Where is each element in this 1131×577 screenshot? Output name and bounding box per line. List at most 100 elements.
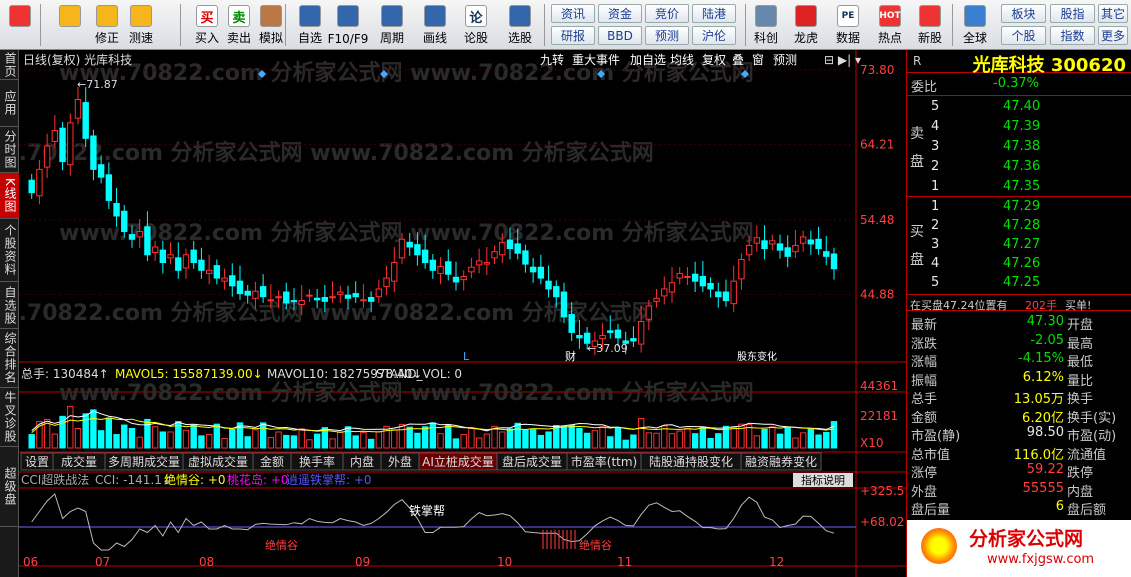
buy-level-3[interactable]: 3 47.27 — [907, 236, 1131, 255]
indicator-help-button[interactable]: 指标说明 — [793, 473, 853, 487]
pill-3[interactable]: 陆港 — [692, 4, 736, 23]
toolbar-speed-button[interactable]: 测速 — [124, 2, 158, 48]
toolbar-sim-button[interactable]: 模拟 — [254, 2, 288, 48]
quote-panel: R 光库科技 300620 委比 -0.37% 5 47.40 4 47.39 3 47.… — [906, 50, 1131, 577]
data-button[interactable]: PE 数据 — [830, 2, 866, 48]
chart-menu-item-1[interactable]: 重大事件 — [572, 53, 620, 67]
rpill2-2[interactable]: 更多 — [1098, 26, 1128, 45]
rpill-1[interactable]: 股指 — [1050, 4, 1095, 23]
sell-level-2[interactable]: 2 47.36 — [907, 158, 1131, 177]
chart-menu-item-7[interactable]: 预测 — [773, 53, 797, 67]
vol-tab-9[interactable]: 盘后成交量 — [496, 452, 568, 471]
toolbar-discuss-button[interactable]: 论论股 — [459, 2, 493, 48]
kechuang-button[interactable]: 科创 — [748, 2, 784, 48]
toolbar-sell-button[interactable]: 卖卖出 — [222, 2, 256, 48]
vol-tab-10[interactable]: 市盈率(ttm) — [566, 452, 642, 471]
pen-icon — [424, 5, 446, 27]
leftnav-item-4[interactable]: 个股资料 — [0, 219, 19, 282]
sell-icon: 卖 — [228, 5, 250, 27]
vol-tab-3[interactable]: 虚拟成交量 — [182, 452, 254, 471]
pill2-1[interactable]: BBD — [598, 26, 642, 45]
chart-menu-item-3[interactable]: 均线 — [670, 53, 694, 67]
vol-tab-0[interactable]: 设置 — [20, 452, 54, 471]
hotspot-button[interactable]: HOT 热点 — [872, 2, 908, 48]
cci-axis-top: +325.5 — [860, 484, 904, 498]
volume-bar — [113, 434, 120, 449]
toolbar-select-button[interactable]: 选股 — [503, 2, 537, 48]
pill2-3[interactable]: 沪伦 — [692, 26, 736, 45]
volume-bar — [90, 409, 97, 449]
dragon-icon — [795, 5, 817, 27]
sell-level-5[interactable]: 5 47.40 — [907, 98, 1131, 117]
sell-level-3[interactable]: 3 47.38 — [907, 138, 1131, 157]
vol-tab-8[interactable]: AI立桩成交量 — [418, 452, 498, 471]
vol-tab-7[interactable]: 外盘 — [380, 452, 420, 471]
vol-tab-12[interactable]: 融资融券变化 — [740, 452, 822, 471]
stat-value: 98.50 — [1026, 425, 1064, 440]
sell-level-1[interactable]: 1 47.35 — [907, 178, 1131, 197]
toolbar-buy-button[interactable]: 买买入 — [190, 2, 224, 48]
leftnav-item-6[interactable]: 综合排名 — [0, 329, 19, 388]
buy-level-4[interactable]: 4 47.26 — [907, 255, 1131, 274]
rpill-2[interactable]: 其它 — [1098, 4, 1128, 23]
vol-tab-6[interactable]: 内盘 — [342, 452, 382, 471]
marker-finance[interactable]: 财 — [565, 349, 576, 363]
pill-0[interactable]: 资讯 — [551, 4, 595, 23]
leftnav-item-8[interactable]: 超级盘 — [0, 447, 19, 527]
leftnav-item-7[interactable]: 牛叉诊股 — [0, 388, 19, 447]
toolbar-f10-button[interactable]: F10/F9 — [328, 2, 368, 48]
toolbar-grid-button[interactable] — [3, 2, 37, 48]
vol-tab-4[interactable]: 金额 — [252, 452, 292, 471]
vol-tab-11[interactable]: 陆股通持股变化 — [640, 452, 742, 471]
vol-tab-2[interactable]: 多周期成交量 — [104, 452, 184, 471]
rpill2-0[interactable]: 个股 — [1001, 26, 1046, 45]
leftnav-item-0[interactable]: 首页 — [0, 50, 19, 80]
buy-level-5[interactable]: 5 47.25 — [907, 274, 1131, 293]
sell-level-4[interactable]: 4 47.39 — [907, 118, 1131, 137]
leftnav-item-1[interactable]: 应用 — [0, 80, 19, 127]
toolbar-back-button[interactable] — [53, 2, 87, 48]
volume-bar — [105, 417, 113, 449]
buy-level-num: 3 — [931, 237, 940, 252]
chart-menu-item-0[interactable]: 九转 — [540, 52, 564, 67]
volume-bar — [514, 422, 521, 449]
toolbar-draw-button[interactable]: 画线 — [418, 2, 452, 48]
svg-text:换手率: 换手率 — [299, 454, 335, 469]
marker-holders[interactable]: 股东变化 — [737, 350, 777, 363]
global-button[interactable]: 全球 — [957, 2, 993, 48]
chart-menu-item-4[interactable]: 复权 — [702, 53, 726, 67]
sell-divider — [907, 95, 1131, 96]
buy-icon: 买 — [196, 5, 218, 27]
pill-2[interactable]: 竞价 — [645, 4, 689, 23]
toolbar-fix-button[interactable]: 修正 — [90, 2, 124, 48]
stat-label: 振幅 — [911, 373, 938, 389]
pill-1[interactable]: 资金 — [598, 4, 642, 23]
chart-menu-item-5[interactable]: 叠 — [732, 53, 744, 67]
buy-level-2[interactable]: 2 47.28 — [907, 217, 1131, 236]
pill2-2[interactable]: 预测 — [645, 26, 689, 45]
webi-label: 委比 — [911, 80, 938, 95]
volume-bar — [761, 428, 768, 449]
marker-L[interactable]: L — [463, 350, 470, 363]
leftnav-item-3[interactable]: K线图 — [0, 173, 19, 219]
volume-bar — [715, 433, 722, 449]
rpill2-1[interactable]: 指数 — [1050, 26, 1095, 45]
chart-menu-item-6[interactable]: 窗 — [752, 53, 764, 67]
toolbar-separator — [180, 4, 181, 46]
chart-menu-extra-icon[interactable]: ⊟ ▶| ▾ — [824, 53, 861, 67]
leftnav-item-2[interactable]: 分时图 — [0, 127, 19, 173]
leftnav-item-5[interactable]: 自选股 — [0, 282, 19, 329]
stat-row: 盘后量 6 盘后额 — [907, 499, 1131, 518]
newstock-button[interactable]: 新股 — [912, 2, 948, 48]
buy-level-1[interactable]: 1 47.29 — [907, 198, 1131, 217]
vol-tab-1[interactable]: 成交量 — [52, 452, 106, 471]
longhu-button[interactable]: 龙虎 — [788, 2, 824, 48]
volume-bar — [830, 421, 838, 449]
toolbar-favorite-button[interactable]: 自选 — [293, 2, 327, 48]
vol-tab-5[interactable]: 换手率 — [290, 452, 344, 471]
pill2-0[interactable]: 研报 — [551, 26, 595, 45]
toolbar-separator — [745, 4, 746, 46]
toolbar-period-button[interactable]: 周期 — [375, 2, 409, 48]
chart-menu-item-2[interactable]: 加自选 — [630, 53, 666, 67]
rpill-0[interactable]: 板块 — [1001, 4, 1046, 23]
